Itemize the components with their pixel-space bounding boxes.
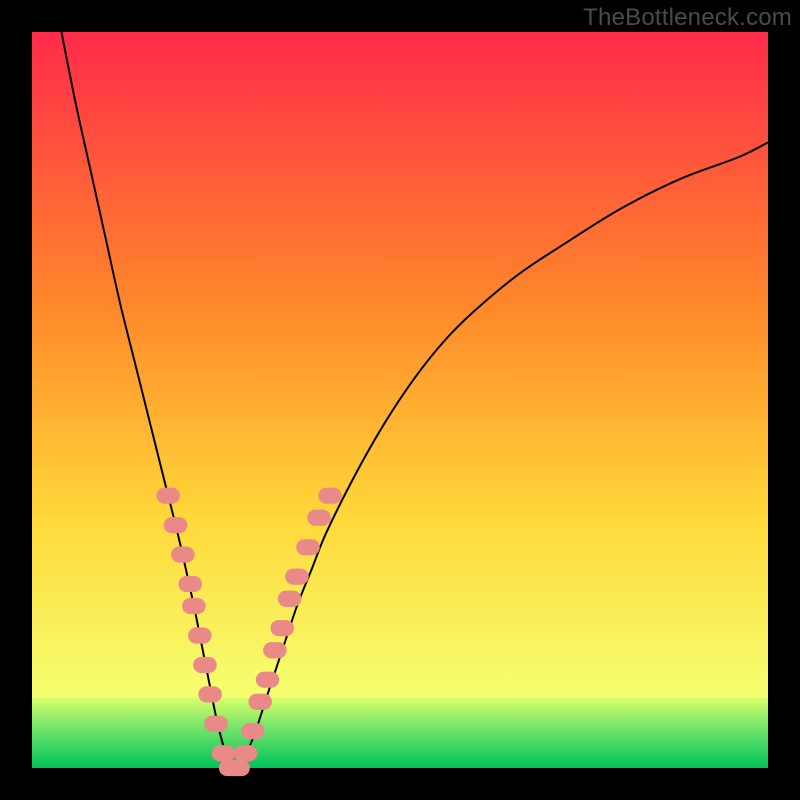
curve-marker <box>307 510 331 526</box>
curve-marker <box>188 627 212 643</box>
curve-marker <box>248 694 272 710</box>
chart-svg <box>32 32 768 768</box>
bottleneck-curve <box>61 32 768 771</box>
watermark-text: TheBottleneck.com <box>583 4 792 32</box>
curve-marker <box>193 657 217 673</box>
curve-marker <box>296 539 320 555</box>
curve-marker <box>171 546 195 562</box>
curve-marker <box>278 591 302 607</box>
curve-marker <box>178 576 202 592</box>
curve-marker <box>241 723 265 739</box>
curve-marker <box>270 620 294 636</box>
curve-marker <box>198 686 222 702</box>
curve-marker <box>226 760 250 776</box>
curve-marker <box>234 745 258 761</box>
curve-marker <box>318 488 342 504</box>
curve-marker <box>212 745 236 761</box>
curve-marker <box>156 488 180 504</box>
marker-group <box>156 488 341 777</box>
curve-marker <box>164 517 188 533</box>
curve-marker <box>256 672 280 688</box>
curve-marker <box>204 716 228 732</box>
curve-marker <box>182 598 206 614</box>
outer-frame: TheBottleneck.com <box>0 0 800 800</box>
curve-marker <box>285 569 309 585</box>
curve-marker <box>263 642 287 658</box>
